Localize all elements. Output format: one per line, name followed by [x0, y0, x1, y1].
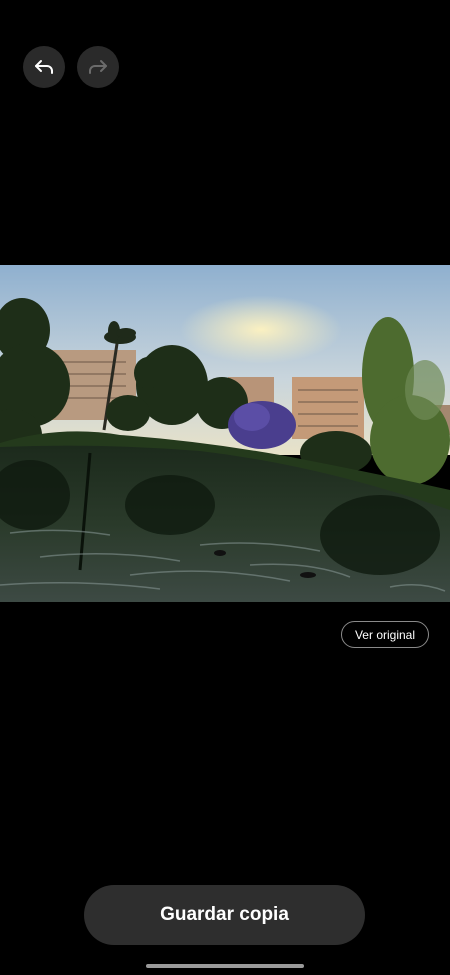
edited-photo[interactable] — [0, 265, 450, 602]
save-copy-button[interactable]: Guardar copia — [84, 885, 365, 945]
undo-button[interactable] — [23, 46, 65, 88]
home-indicator[interactable] — [146, 964, 304, 968]
redo-button[interactable] — [77, 46, 119, 88]
view-original-button[interactable]: Ver original — [341, 621, 429, 648]
undo-arrow-icon — [33, 56, 55, 78]
redo-arrow-icon — [87, 56, 109, 78]
